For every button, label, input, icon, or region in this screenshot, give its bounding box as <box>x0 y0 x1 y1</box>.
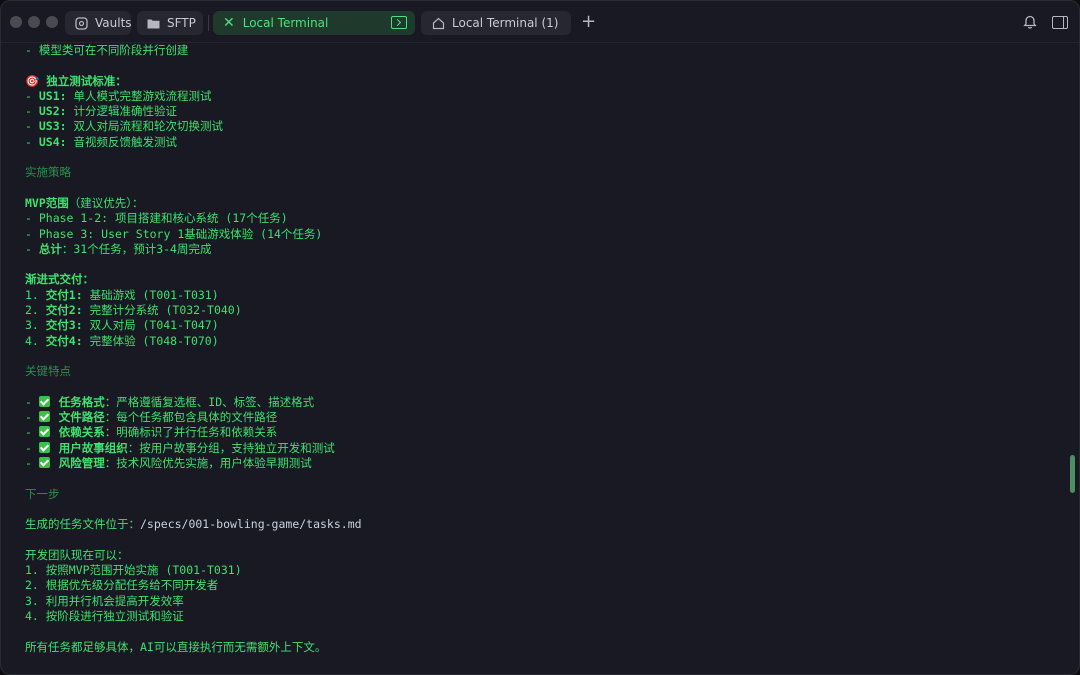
terminal-line: 🎯 独立测试标准： <box>25 73 127 88</box>
terminal-tab-icon <box>431 16 445 30</box>
check-icon <box>38 411 50 423</box>
terminal-line: 4. 交付4: 完整体验 (T048-T070) <box>25 333 219 348</box>
target-icon: 🎯 <box>25 73 40 88</box>
tab-local-terminal-1-label: Local Terminal (1) <box>452 16 559 30</box>
tab-vaults[interactable]: Vaults <box>65 11 132 35</box>
terminal-line: 3. 交付3: 双人对局 (T041-T047) <box>25 318 219 333</box>
terminal-icon <box>391 16 407 29</box>
terminal-line: 4. 按阶段进行独立测试和验证 <box>25 608 184 623</box>
terminal-line: - Phase 1-2: 项目搭建和核心系统 (17个任务) <box>25 211 288 226</box>
terminal-scrollbar[interactable] <box>1070 455 1075 493</box>
tab-vaults-label: Vaults <box>95 16 132 30</box>
terminal-line: 2. 根据优先级分配任务给不同开发者 <box>25 578 219 593</box>
add-tab-button[interactable]: + <box>581 12 596 32</box>
terminal-line: 渐进式交付： <box>25 272 94 287</box>
sidebar-toggle-icon[interactable] <box>1052 16 1068 29</box>
check-icon <box>38 457 50 469</box>
check-icon <box>38 426 50 438</box>
terminal-line: - 风险管理：技术风险优先实施，用户体验早期测试 <box>25 456 312 471</box>
terminal-line: - 模型类可在不同阶段并行创建 <box>25 43 189 57</box>
vault-icon <box>75 16 88 30</box>
minimize-window-button[interactable] <box>28 16 40 28</box>
close-window-button[interactable] <box>10 16 22 28</box>
terminal-line: - 总计：31个任务，预计3-4周完成 <box>25 241 212 256</box>
terminal-line: 1. 交付1: 基础游戏 (T001-T031) <box>25 287 219 302</box>
terminal-line: - US2: 计分逻辑准确性验证 <box>25 104 177 119</box>
section-heading: 关键特点 <box>25 364 71 379</box>
zoom-window-button[interactable] <box>46 16 58 28</box>
app-window: Vaults SFTP ✕ Local Terminal Local Termi… <box>0 0 1080 675</box>
terminal-output[interactable]: - 模型类可在不同阶段并行创建 🎯 独立测试标准： - US1: 单人模式完整游… <box>1 43 1067 674</box>
folder-icon <box>147 16 160 30</box>
terminal-line: - US3: 双人对局流程和轮次切换测试 <box>25 119 223 134</box>
tab-divider <box>208 15 209 31</box>
check-icon <box>38 441 50 453</box>
terminal-line: - 依赖关系：明确标识了并行任务和依赖关系 <box>25 425 278 440</box>
terminal-line: - 任务格式：严格遵循复选框、ID、标签、描述格式 <box>25 394 315 409</box>
terminal-line: MVP范围（建议优先）： <box>25 195 144 210</box>
tab-local-terminal[interactable]: ✕ Local Terminal <box>213 11 415 35</box>
title-bar: Vaults SFTP ✕ Local Terminal Local Termi… <box>1 1 1079 43</box>
terminal-line: - 用户故事组织：按用户故事分组，支持独立开发和测试 <box>25 440 335 455</box>
bell-icon[interactable] <box>1023 14 1039 30</box>
close-tab-icon[interactable]: ✕ <box>223 15 235 31</box>
file-path: /specs/001-bowling-game/tasks.md <box>140 517 362 532</box>
terminal-line: - US4: 音视频反馈触发测试 <box>25 134 177 149</box>
section-heading: 下一步 <box>25 486 60 501</box>
tab-local-terminal-label: Local Terminal <box>242 16 329 30</box>
terminal-line: 所有任务都足够具体，AI可以直接执行而无需额外上下文。 <box>25 639 327 654</box>
tab-sftp[interactable]: SFTP <box>137 11 203 35</box>
terminal-line: 1. 按照MVP范围开始实施 (T001-T031) <box>25 563 242 578</box>
terminal-line: 开发团队现在可以： <box>25 547 129 562</box>
tab-sftp-label: SFTP <box>167 16 196 30</box>
check-icon <box>38 395 50 407</box>
terminal-line: 3. 利用并行机会提高开发效率 <box>25 593 184 608</box>
terminal-line: - Phase 3: User Story 1基础游戏体验 (14个任务) <box>25 226 323 241</box>
section-heading: 实施策略 <box>25 165 71 180</box>
terminal-line: 2. 交付2: 完整计分系统 (T032-T040) <box>25 303 242 318</box>
terminal-line: - 文件路径：每个任务都包含具体的文件路径 <box>25 410 278 425</box>
terminal-line: - US1: 单人模式完整游戏流程测试 <box>25 88 212 103</box>
tab-local-terminal-1[interactable]: Local Terminal (1) <box>421 11 571 35</box>
terminal-line: 生成的任务文件位于：/specs/001-bowling-game/tasks.… <box>25 517 362 532</box>
